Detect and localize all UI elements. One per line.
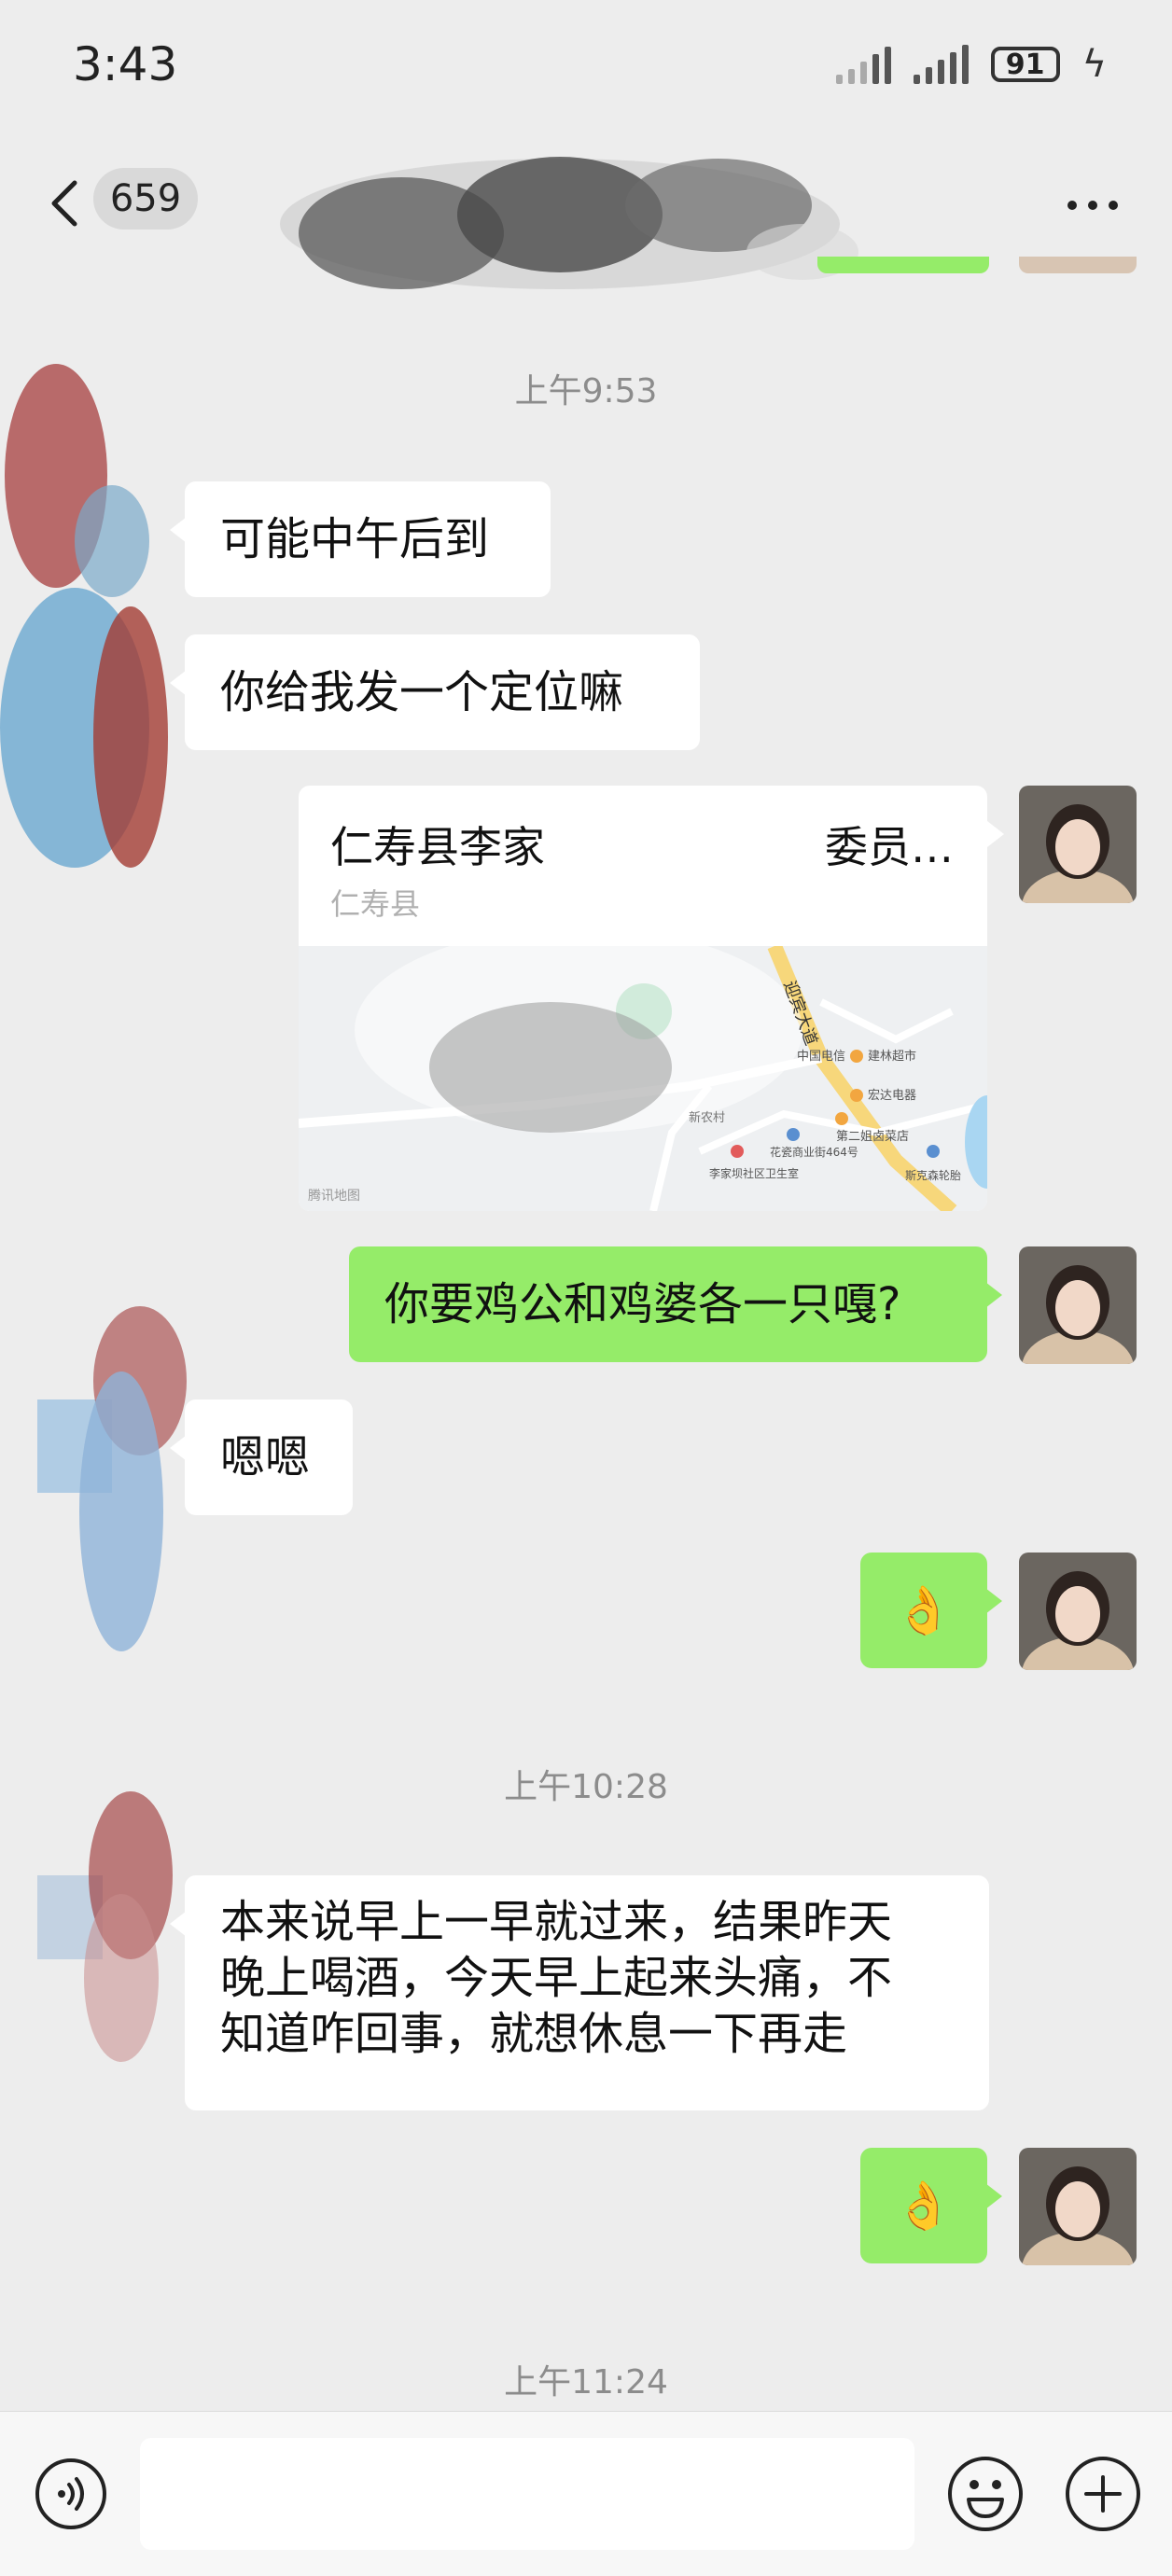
voice-icon[interactable] — [34, 2457, 108, 2531]
bubble-tail — [985, 1282, 1002, 1308]
bubble-tail — [170, 1911, 187, 1937]
battery-icon: 91 — [990, 47, 1060, 82]
back-button[interactable] — [37, 166, 93, 241]
location-title: 仁寿县李家 委员… — [330, 814, 954, 875]
bubble-tail — [985, 1588, 1002, 1614]
status-time: 3:43 — [73, 37, 178, 91]
plus-icon[interactable] — [1064, 2455, 1142, 2533]
message-bubble-received[interactable]: 本来说早上一早就过来，结果昨天 晚上喝酒，今天早上起来头痛，不 知道咋回事，就想… — [170, 1875, 989, 2110]
bubble-tail — [170, 1435, 187, 1461]
more-icon-dot — [1109, 201, 1118, 210]
chat-header: 659 — [0, 149, 1172, 289]
location-map-preview: 迎宾大道 中国电信 建林超市 宏达电器 第二姐卤菜店 新农村 花瓷商业街464号… — [299, 946, 987, 1211]
status-bar: 3:43 91 ϟ — [0, 0, 1172, 131]
my-avatar[interactable] — [1019, 2148, 1137, 2265]
location-address: 仁寿县 — [330, 886, 421, 922]
contact-avatar-obscured[interactable] — [0, 364, 177, 886]
signal-icon — [913, 45, 969, 84]
message-bubble-received[interactable]: 可能中午后到 — [170, 481, 551, 597]
bubble-tail — [170, 517, 187, 543]
bubble-tail — [985, 2183, 1002, 2209]
message-bubble-received[interactable]: 你给我发一个定位嘛 — [170, 634, 700, 750]
ok-hand-emoji: 👌 — [894, 1583, 954, 1637]
more-button[interactable] — [1051, 177, 1135, 233]
message-text-line: 本来说早上一早就过来，结果昨天 — [220, 1896, 893, 1948]
message-input-bar — [0, 2411, 1172, 2576]
message-bubble-sent[interactable]: 👌 — [860, 1553, 1002, 1668]
my-avatar[interactable] — [1019, 1246, 1137, 1364]
location-message-card[interactable]: 仁寿县李家 委员… 仁寿县 迎宾大道 中国电信 建林超市 宏达电器 第二姐卤菜店 … — [299, 786, 987, 1211]
message-text: 你要鸡公和鸡婆各一只嘎? — [384, 1278, 901, 1330]
map-label: 新农村 — [689, 1110, 725, 1125]
bubble-tail — [987, 821, 1004, 847]
charging-icon: ϟ — [1081, 43, 1107, 86]
ok-hand-emoji: 👌 — [894, 2179, 954, 2233]
previous-bubble-partial — [817, 257, 989, 273]
map-label: 第二姐卤菜店 — [836, 1129, 909, 1144]
location-title-start: 仁寿县李家 — [330, 822, 545, 872]
location-title-end: 委员… — [825, 822, 954, 872]
back-icon — [51, 180, 77, 227]
unread-count-badge[interactable]: 659 — [93, 168, 198, 230]
message-timestamp: 上午11:24 — [504, 2363, 668, 2402]
more-icon-dot — [1088, 201, 1097, 210]
status-icons: 91 ϟ — [835, 43, 1107, 86]
emoji-icon[interactable] — [946, 2455, 1025, 2533]
map-label: 李家坝社区卫生室 — [709, 1166, 799, 1180]
more-icon — [1067, 201, 1077, 210]
chat-name-obscured — [280, 157, 858, 289]
message-input[interactable] — [140, 2438, 914, 2550]
message-bubble-received[interactable]: 嗯嗯 — [170, 1399, 353, 1515]
message-bubble-sent[interactable]: 你要鸡公和鸡婆各一只嘎? — [349, 1246, 1002, 1362]
map-label: 宏达电器 — [868, 1089, 916, 1103]
map-label: 花瓷商业街464号 — [770, 1145, 858, 1159]
map-label: 建林超市 — [868, 1049, 916, 1064]
message-text: 你给我发一个定位嘛 — [220, 666, 624, 718]
map-attribution: 腾讯地图 — [308, 1188, 360, 1204]
my-avatar[interactable] — [1019, 1553, 1137, 1670]
map-label: 中国电信 — [797, 1050, 845, 1064]
signal-icon — [835, 45, 891, 84]
message-text: 嗯嗯 — [220, 1431, 311, 1483]
previous-avatar-partial — [1019, 257, 1137, 273]
message-text: 可能中午后到 — [220, 513, 490, 565]
bubble-tail — [170, 670, 187, 696]
my-avatar[interactable] — [1019, 786, 1137, 903]
message-text-line: 晚上喝酒，今天早上起来头痛，不 — [220, 1952, 893, 2004]
message-text-line: 知道咋回事，就想休息一下再走 — [220, 2008, 848, 2060]
map-label: 斯克森轮胎 — [905, 1168, 961, 1182]
message-bubble-sent[interactable]: 👌 — [860, 2148, 1002, 2263]
